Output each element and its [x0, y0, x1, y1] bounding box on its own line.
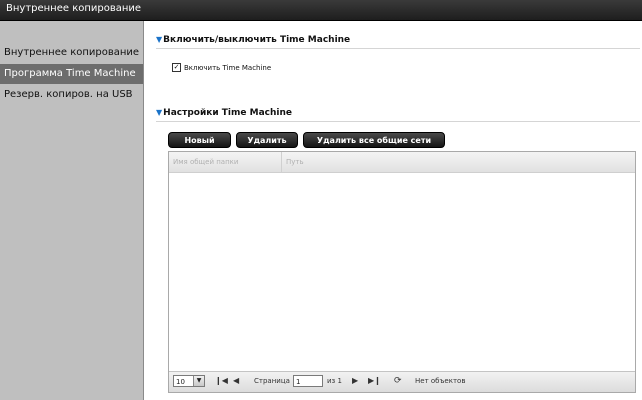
section-divider — [156, 121, 640, 122]
page-size-value: 10 — [176, 378, 185, 386]
page-size-select[interactable]: 10 ▼ — [173, 375, 205, 387]
section-enable-header: ▼Включить/выключить Time Machine — [156, 35, 350, 45]
triangle-down-icon: ▼ — [156, 108, 163, 117]
section-settings-header: ▼Настройки Time Machine — [156, 108, 292, 118]
last-page-icon[interactable]: ▶❙ — [368, 375, 381, 387]
pager-bar: 10 ▼ ❙◀ ◀ Страница 1 из 1 ▶ ▶❙ ⟳ Нет объ… — [169, 371, 635, 392]
delete-all-button[interactable]: Удалить все общие сети — [303, 132, 445, 148]
prev-page-icon[interactable]: ◀ — [233, 375, 239, 387]
app-title-bar: Внутреннее копирование — [0, 0, 642, 21]
refresh-icon[interactable]: ⟳ — [394, 375, 402, 387]
sidebar-item-usb-backup[interactable]: Резерв. копиров. на USB — [0, 85, 143, 105]
column-header-share-name[interactable]: Имя общей папки — [169, 152, 282, 172]
page-count-label: из 1 — [327, 377, 342, 385]
section-divider — [156, 48, 640, 49]
first-page-icon[interactable]: ❙◀ — [215, 375, 228, 387]
triangle-down-icon: ▼ — [156, 35, 163, 44]
enable-time-machine-label: Включить Time Machine — [184, 63, 272, 72]
next-page-icon[interactable]: ▶ — [352, 375, 358, 387]
pager-status: Нет объектов — [415, 377, 466, 385]
main-panel: ▼Включить/выключить Time Machine ✓ Включ… — [144, 21, 642, 400]
shares-table: Имя общей папки Путь 10 ▼ ❙◀ ◀ Страница … — [168, 151, 636, 393]
table-header: Имя общей папки Путь — [169, 152, 635, 173]
sidebar-item-internal-backup[interactable]: Внутреннее копирование — [0, 43, 143, 63]
section-enable-title: Включить/выключить Time Machine — [163, 35, 351, 45]
section-settings-title: Настройки Time Machine — [163, 108, 292, 118]
enable-time-machine-row: ✓ Включить Time Machine — [172, 63, 271, 72]
page-number-input[interactable]: 1 — [293, 375, 323, 387]
sidebar-item-time-machine[interactable]: Программа Time Machine — [0, 64, 143, 84]
new-button[interactable]: Новый — [168, 132, 231, 148]
page-label: Страница — [254, 377, 290, 385]
column-header-path[interactable]: Путь — [282, 152, 635, 172]
sidebar: Внутреннее копирование Программа Time Ma… — [0, 21, 144, 400]
delete-button[interactable]: Удалить — [236, 132, 298, 148]
enable-time-machine-checkbox[interactable]: ✓ — [172, 63, 181, 72]
dropdown-arrow-icon[interactable]: ▼ — [193, 376, 204, 386]
app-title: Внутреннее копирование — [6, 3, 142, 14]
